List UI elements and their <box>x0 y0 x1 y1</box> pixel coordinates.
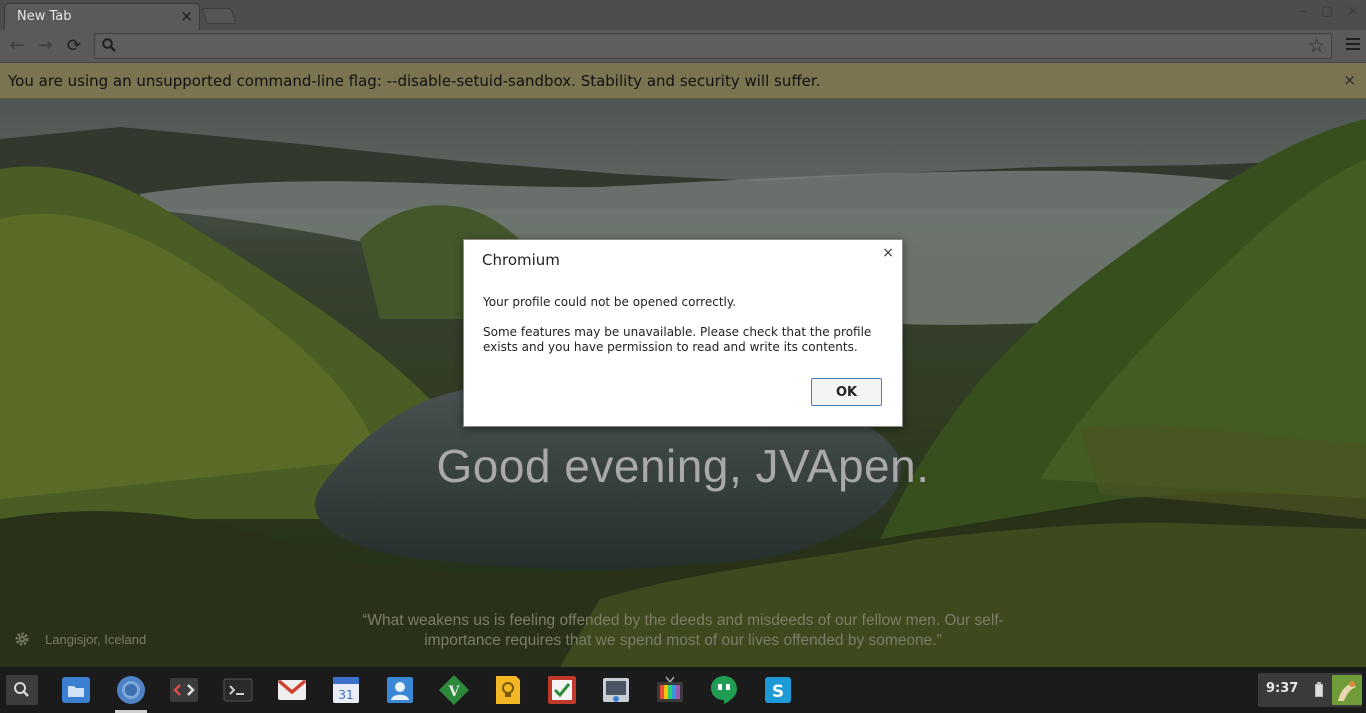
menu-icon[interactable] <box>1346 38 1360 52</box>
tasks-app-icon[interactable] <box>546 674 578 706</box>
launcher-search-icon <box>14 682 29 697</box>
code-editor-app-icon[interactable] <box>168 674 200 706</box>
greeting: Good evening, JVApen. <box>436 440 930 492</box>
quote: “What weakens us is feeling offended by … <box>362 612 1004 649</box>
clock: 9:37 <box>1266 681 1299 696</box>
calendar-app-icon[interactable]: 31 <box>330 674 362 706</box>
photo-location[interactable]: Langisjor, Iceland <box>45 632 146 647</box>
chromium-app-icon[interactable] <box>115 674 147 706</box>
infobar-close-icon[interactable]: × <box>1343 71 1356 89</box>
minimize-icon[interactable]: – <box>1300 4 1307 19</box>
svg-text:S: S <box>772 682 784 702</box>
unsupported-flag-infobar: You are using an unsupported command-lin… <box>0 63 1366 99</box>
gmail-app-icon[interactable] <box>276 674 308 706</box>
browser-toolbar: ← → ⟳ ☆ <box>0 30 1366 63</box>
new-tab-button[interactable] <box>201 8 237 24</box>
hangouts-app-icon[interactable] <box>708 674 740 706</box>
tv-app-icon[interactable] <box>654 674 686 706</box>
maximize-icon[interactable]: ▢ <box>1321 4 1333 19</box>
launcher-button[interactable] <box>6 675 38 705</box>
skype-app-icon[interactable]: S <box>762 674 794 706</box>
gear-icon[interactable] <box>14 631 30 647</box>
tab-strip: New Tab × – ▢ × <box>0 0 1366 30</box>
search-icon <box>102 38 116 52</box>
contacts-app-icon[interactable] <box>384 674 416 706</box>
svg-text:31: 31 <box>338 688 353 702</box>
svg-text:V: V <box>448 684 461 700</box>
tab-close-icon[interactable]: × <box>180 7 193 25</box>
back-arrow-icon[interactable]: ← <box>6 35 28 57</box>
dialog-close-icon[interactable]: × <box>882 245 894 261</box>
profile-error-dialog: Chromium × Your profile could not be ope… <box>463 239 903 427</box>
dialog-title: Chromium <box>482 251 560 269</box>
keep-app-icon[interactable] <box>492 674 524 706</box>
battery-icon <box>1315 682 1323 697</box>
infobar-message: You are using an unsupported command-lin… <box>8 72 821 90</box>
files-app-icon[interactable] <box>60 674 92 706</box>
dialog-message-secondary: Some features may be unavailable. Please… <box>483 325 872 354</box>
window-close-icon[interactable]: × <box>1347 4 1358 19</box>
vim-app-icon[interactable]: V <box>438 674 470 706</box>
reload-icon[interactable]: ⟳ <box>63 35 85 57</box>
tab-new-tab[interactable]: New Tab × <box>4 3 200 30</box>
bookmark-star-icon[interactable]: ☆ <box>1308 35 1325 57</box>
system-tray[interactable]: 9:37 <box>1258 673 1362 707</box>
terminal-app-icon[interactable] <box>222 674 254 706</box>
window-controls: – ▢ × <box>1300 4 1358 19</box>
screen-recorder-app-icon[interactable] <box>600 674 632 706</box>
omnibox[interactable]: ☆ <box>94 33 1332 59</box>
dialog-message-primary: Your profile could not be opened correct… <box>483 295 737 309</box>
shelf: 31 V S 9:37 <box>0 667 1366 713</box>
tab-title: New Tab <box>17 9 72 24</box>
omnibox-input[interactable] <box>121 36 1301 56</box>
user-avatar <box>1332 675 1362 705</box>
forward-arrow-icon[interactable]: → <box>34 35 56 57</box>
ok-button[interactable]: OK <box>811 378 882 406</box>
